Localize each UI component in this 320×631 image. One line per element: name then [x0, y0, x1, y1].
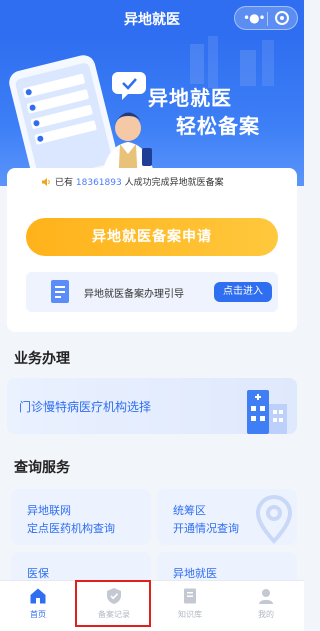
- notice-text: 已有 18361893 人成功完成异地就医备案: [55, 175, 224, 188]
- close-icon[interactable]: [275, 11, 289, 25]
- tab-label: 我的: [258, 610, 274, 619]
- query-card-line1: 医保: [27, 567, 49, 580]
- highlight-annotation-box: [75, 580, 151, 627]
- tab-mine[interactable]: 我的: [228, 581, 304, 631]
- query-section-title: 查询服务: [14, 460, 70, 476]
- notice-count: 18361893: [75, 178, 122, 188]
- hero-slogan-line1: 异地就医: [148, 86, 232, 110]
- guide-label: 异地就医备案办理引导: [84, 289, 184, 300]
- tab-label: 知识库: [178, 610, 202, 619]
- apply-card: 已有 18361893 人成功完成异地就医备案 异地就医备案申请 异地就医备案办…: [7, 168, 297, 332]
- knowledge-icon: [184, 588, 196, 604]
- query-card-line1: 异地联网: [27, 504, 71, 517]
- tab-knowledge[interactable]: 知识库: [152, 581, 228, 631]
- tab-home[interactable]: 首页: [0, 581, 76, 631]
- notice-bar: 已有 18361893 人成功完成异地就医备案: [7, 168, 297, 196]
- title-bar: 异地就医 •●•: [0, 0, 304, 36]
- location-pin-icon: [255, 494, 293, 544]
- hospital-icon: [247, 390, 287, 434]
- query-card-network-institutions[interactable]: 异地联网 定点医药机构查询: [11, 489, 151, 545]
- query-card-line1: 异地就医: [173, 567, 217, 580]
- query-card-line1: 统筹区: [173, 504, 206, 517]
- mini-program-capsule[interactable]: •●•: [234, 6, 298, 30]
- user-icon: [259, 589, 273, 604]
- notice-suffix: 人成功完成异地就医备案: [124, 178, 224, 188]
- apply-button[interactable]: 异地就医备案申请: [26, 218, 278, 256]
- query-card-line2: 定点医药机构查询: [27, 522, 115, 535]
- home-icon: [30, 588, 46, 604]
- bottom-tab-bar: 首页 备案记录 知识库 我的: [0, 580, 304, 631]
- capsule-divider: [267, 12, 268, 26]
- tab-label: 首页: [30, 610, 46, 619]
- query-card-coordination-area[interactable]: 统筹区 开通情况查询: [157, 489, 297, 545]
- notice-prefix: 已有: [55, 178, 74, 188]
- document-icon: [51, 280, 69, 303]
- query-card-line2: 开通情况查询: [173, 522, 239, 535]
- speaker-icon: [42, 178, 50, 186]
- business-item-label: 门诊慢特病医疗机构选择: [19, 400, 152, 414]
- guide-banner[interactable]: 异地就医备案办理引导 点击进入: [26, 272, 278, 312]
- more-icon[interactable]: •●•: [243, 10, 266, 26]
- guide-enter-button[interactable]: 点击进入: [214, 282, 272, 302]
- chronic-disease-institution-item[interactable]: 门诊慢特病医疗机构选择: [7, 378, 297, 434]
- business-section-title: 业务办理: [14, 351, 70, 367]
- hero-slogan-line2: 轻松备案: [176, 114, 260, 138]
- hero-banner: 异地就医 轻松备案: [0, 36, 304, 186]
